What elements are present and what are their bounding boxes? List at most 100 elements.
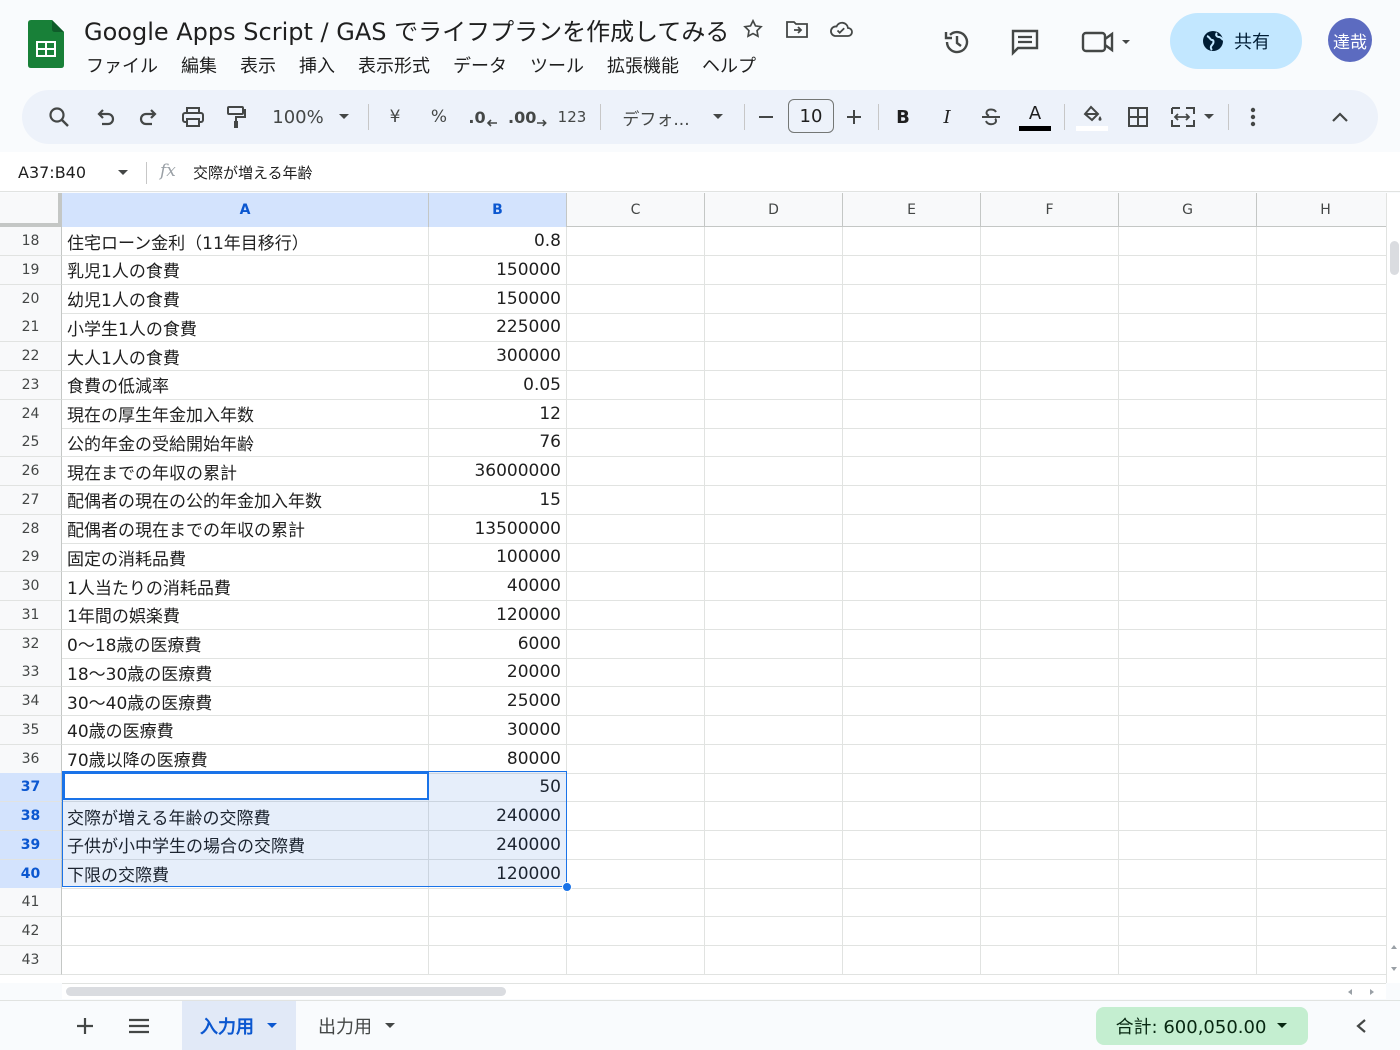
cell-value[interactable]: 40000 <box>429 572 567 601</box>
cell-label[interactable]: 交際が増える年齢 <box>62 773 429 803</box>
menu-edit[interactable]: 編集 <box>181 52 217 78</box>
name-box-dropdown-icon[interactable] <box>116 164 130 184</box>
empty-cell[interactable] <box>1257 658 1386 688</box>
empty-cell[interactable] <box>705 715 843 745</box>
empty-cell[interactable] <box>705 342 843 371</box>
cell-value[interactable]: 225000 <box>429 313 567 343</box>
empty-cell[interactable] <box>567 859 705 889</box>
menu-tools[interactable]: ツール <box>530 52 584 78</box>
empty-cell[interactable] <box>843 485 981 515</box>
cell-value[interactable]: 13500000 <box>429 514 567 544</box>
empty-cell[interactable] <box>1257 601 1386 630</box>
comments-icon[interactable] <box>1008 25 1042 59</box>
empty-cell[interactable] <box>1119 227 1257 256</box>
empty-cell[interactable] <box>1119 715 1257 745</box>
row-header[interactable]: 23 <box>0 370 62 400</box>
empty-cell[interactable] <box>1257 515 1386 544</box>
sheet-tab-output[interactable]: 出力用 <box>300 1001 414 1050</box>
add-sheet-icon[interactable] <box>72 1013 98 1039</box>
menu-data[interactable]: データ <box>453 52 507 78</box>
empty-cell[interactable] <box>981 600 1119 630</box>
empty-cell[interactable] <box>567 485 705 515</box>
empty-cell[interactable] <box>981 888 1119 918</box>
column-header-d[interactable]: D <box>705 193 843 227</box>
empty-cell[interactable] <box>1119 370 1257 400</box>
empty-cell[interactable] <box>843 428 981 458</box>
empty-cell[interactable] <box>567 945 705 975</box>
empty-cell[interactable] <box>1119 888 1257 918</box>
cell-value[interactable]: 76 <box>429 428 567 458</box>
empty-cell[interactable] <box>1119 342 1257 371</box>
empty-cell[interactable] <box>705 744 843 774</box>
empty-cell[interactable] <box>705 485 843 515</box>
cell-value[interactable]: 240000 <box>429 830 567 860</box>
cell-value[interactable]: 0.8 <box>429 227 567 256</box>
empty-cell[interactable] <box>981 227 1119 256</box>
select-all-corner[interactable] <box>0 193 62 227</box>
row-header[interactable]: 26 <box>0 457 62 486</box>
empty-cell[interactable] <box>567 830 705 860</box>
empty-cell[interactable] <box>567 715 705 745</box>
cell-label[interactable]: 40歳の医療費 <box>62 715 429 745</box>
cell-value[interactable]: 0.05 <box>429 370 567 400</box>
row-header[interactable]: 19 <box>0 255 62 285</box>
empty-cell[interactable] <box>843 514 981 544</box>
row-header[interactable]: 38 <box>0 802 62 831</box>
cell-value[interactable]: 300000 <box>429 342 567 371</box>
empty-cell[interactable] <box>843 313 981 343</box>
cell-value[interactable]: 50 <box>429 773 567 803</box>
bold-button[interactable]: B <box>890 90 916 144</box>
row-header[interactable]: 29 <box>0 543 62 573</box>
empty-cell[interactable] <box>705 284 843 314</box>
cell-label[interactable]: 交際が増える年齢の交際費 <box>62 802 429 831</box>
row-header[interactable]: 25 <box>0 428 62 458</box>
cell-value[interactable]: 150000 <box>429 284 567 314</box>
empty-cell[interactable] <box>843 773 981 803</box>
empty-cell[interactable] <box>567 342 705 371</box>
empty-cell[interactable] <box>981 255 1119 285</box>
empty-cell[interactable] <box>567 888 705 918</box>
cell-value[interactable]: 120000 <box>429 600 567 630</box>
cell-label[interactable]: 住宅ローン金利（11年目移行） <box>62 227 429 256</box>
cell-value[interactable]: 15 <box>429 485 567 515</box>
cell-value[interactable] <box>429 888 567 918</box>
merge-cells-icon[interactable] <box>1168 90 1218 144</box>
cell-label[interactable]: 公的年金の受給開始年齢 <box>62 428 429 458</box>
empty-cell[interactable] <box>1257 313 1386 343</box>
empty-cell[interactable] <box>567 514 705 544</box>
version-history-icon[interactable] <box>940 25 974 59</box>
empty-cell[interactable] <box>1119 744 1257 774</box>
column-header-c[interactable]: C <box>567 193 705 227</box>
cell-value[interactable]: 120000 <box>429 859 567 889</box>
empty-cell[interactable] <box>981 370 1119 400</box>
chevron-down-icon[interactable] <box>266 1022 278 1030</box>
font-dropdown-icon[interactable] <box>708 90 728 144</box>
empty-cell[interactable] <box>843 572 981 601</box>
cell-label[interactable]: 子供が小中学生の場合の交際費 <box>62 830 429 860</box>
star-icon[interactable] <box>740 16 766 42</box>
scroll-down-icon[interactable] <box>1390 965 1398 973</box>
empty-cell[interactable] <box>1119 485 1257 515</box>
row-header[interactable]: 33 <box>0 658 62 688</box>
empty-cell[interactable] <box>1257 888 1386 918</box>
empty-cell[interactable] <box>567 917 705 946</box>
empty-cell[interactable] <box>1257 860 1386 889</box>
fill-color-button[interactable] <box>1074 90 1110 144</box>
empty-cell[interactable] <box>843 457 981 486</box>
row-header[interactable]: 37 <box>0 773 62 803</box>
empty-cell[interactable] <box>705 572 843 601</box>
empty-cell[interactable] <box>705 773 843 803</box>
scroll-left-icon[interactable] <box>1346 988 1354 996</box>
explore-sum-button[interactable]: 合計: 600,050.00 <box>1096 1007 1308 1045</box>
meet-video-icon[interactable] <box>1078 25 1138 59</box>
empty-cell[interactable] <box>981 457 1119 486</box>
row-header[interactable]: 43 <box>0 945 62 975</box>
empty-cell[interactable] <box>981 687 1119 716</box>
empty-cell[interactable] <box>843 284 981 314</box>
cell-label[interactable]: 食費の低減率 <box>62 370 429 400</box>
empty-cell[interactable] <box>1119 428 1257 458</box>
menu-file[interactable]: ファイル <box>86 52 158 78</box>
cell-label[interactable]: 現在の厚生年金加入年数 <box>62 399 429 429</box>
empty-cell[interactable] <box>705 945 843 975</box>
empty-cell[interactable] <box>567 572 705 601</box>
